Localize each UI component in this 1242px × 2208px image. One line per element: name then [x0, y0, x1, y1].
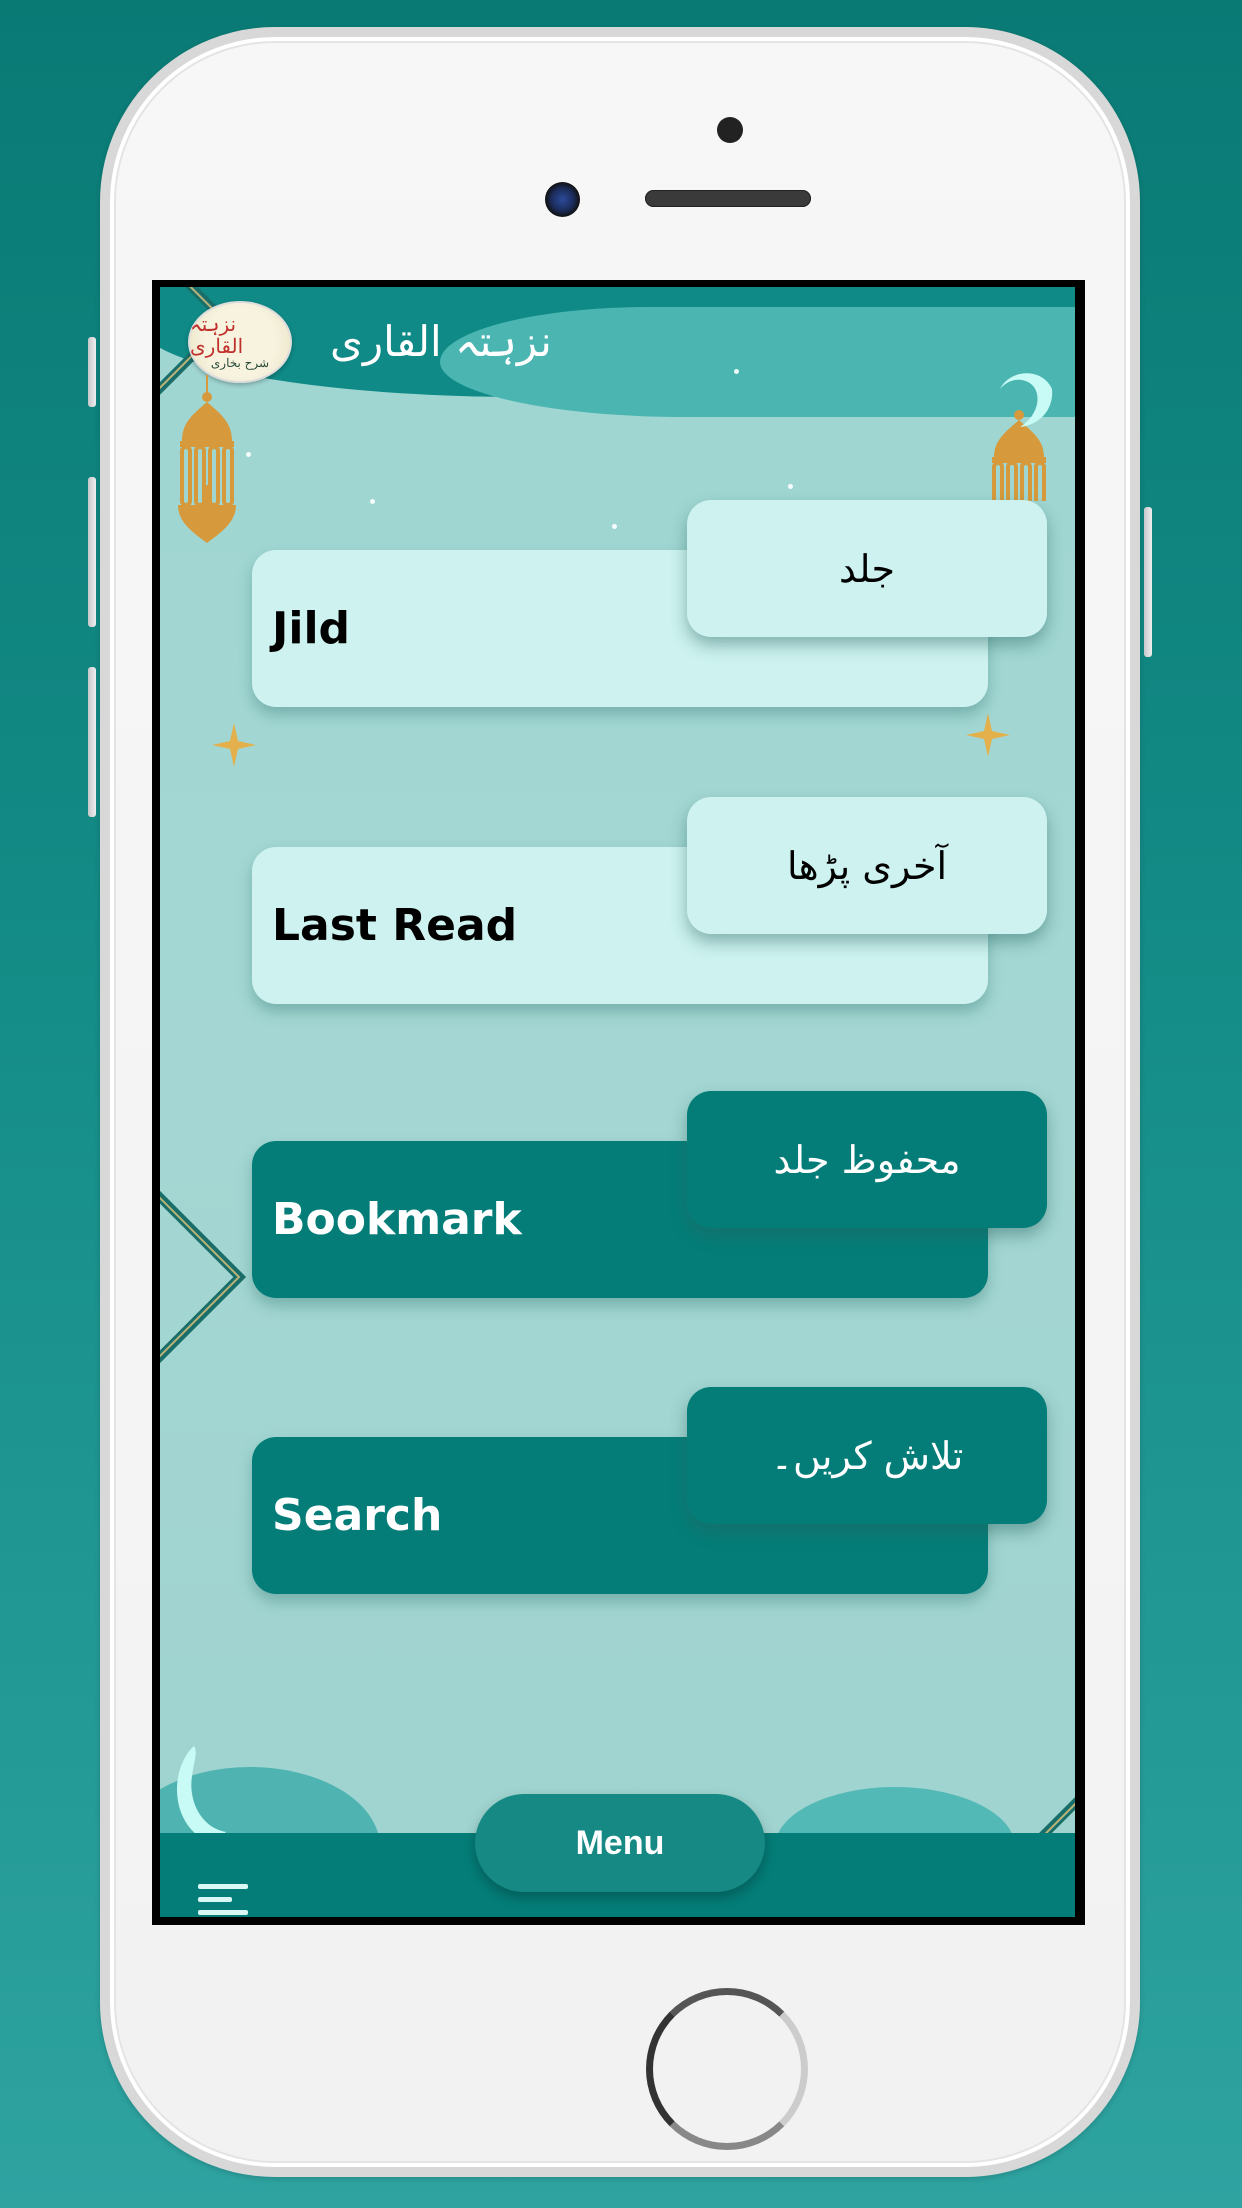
app-screen: نزہتہ القاری شرح بخاری نزہتہ القاری Jild…: [160, 287, 1075, 1917]
bookmark-label: Bookmark: [272, 1194, 522, 1245]
search-label: Search: [272, 1490, 443, 1541]
home-button[interactable]: [646, 1988, 808, 2150]
sparkle-star-icon: [966, 713, 1010, 757]
crescent-moon-icon: [177, 1746, 226, 1838]
menu-lines-icon[interactable]: [198, 1884, 248, 1917]
crescent-moon-icon: [1000, 373, 1053, 427]
jild-urdu-label: جلد: [838, 546, 896, 591]
bookmark-urdu-button[interactable]: محفوظ جلد: [687, 1091, 1047, 1228]
decorative-frame-mid-left: [160, 1170, 247, 1384]
mute-switch: [88, 337, 96, 407]
proximity-sensor: [717, 117, 743, 143]
sparkle-dot: [788, 484, 793, 489]
sparkle-dot: [612, 524, 617, 529]
volume-up-button: [88, 477, 96, 627]
last-read-label: Last Read: [272, 900, 518, 951]
power-button: [1144, 507, 1152, 657]
app-logo[interactable]: نزہتہ القاری شرح بخاری: [188, 301, 292, 383]
menu-button[interactable]: Menu: [475, 1794, 765, 1892]
search-urdu-button[interactable]: تلاش کریں۔: [687, 1387, 1047, 1524]
bookmark-urdu-label: محفوظ جلد: [773, 1137, 961, 1182]
volume-down-button: [88, 667, 96, 817]
last-read-urdu-label: آخری پڑھا: [787, 843, 947, 888]
last-read-urdu-button[interactable]: آخری پڑھا: [687, 797, 1047, 934]
sparkle-star-icon: [212, 723, 256, 767]
search-urdu-label: تلاش کریں۔: [770, 1433, 964, 1478]
front-camera-icon: [545, 182, 580, 217]
sparkle-dot: [734, 369, 739, 374]
logo-title: نزہتہ القاری: [190, 312, 244, 359]
sparkle-dot: [246, 452, 251, 457]
screen-bezel: نزہتہ القاری شرح بخاری نزہتہ القاری Jild…: [152, 280, 1085, 1925]
earpiece-speaker: [645, 190, 811, 207]
jild-urdu-button[interactable]: جلد: [687, 500, 1047, 637]
jild-label: Jild: [272, 603, 351, 654]
logo-subtitle: شرح بخاری: [210, 356, 270, 371]
app-title: نزہتہ القاری: [330, 317, 552, 366]
lantern-icon: [178, 375, 236, 543]
sparkle-dot: [370, 499, 375, 504]
